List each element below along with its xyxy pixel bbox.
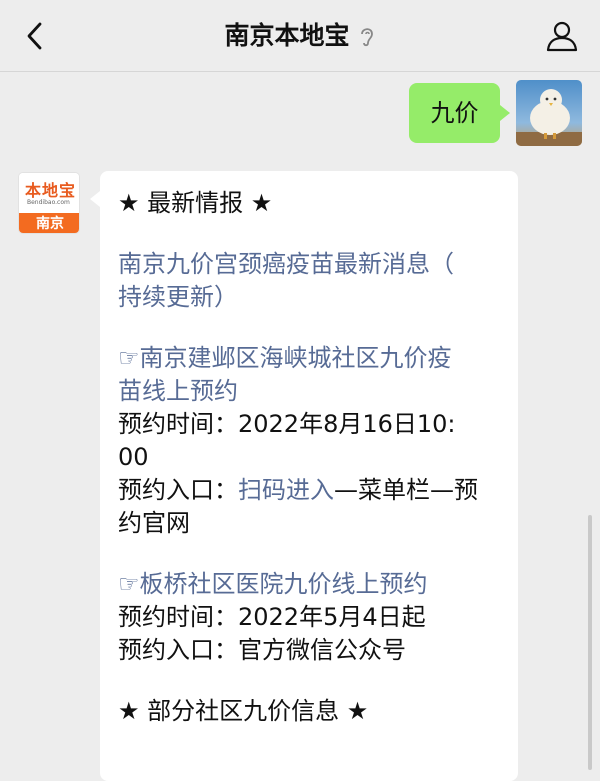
incoming-message-bubble: ★ 最新情报 ★ 南京九价宫颈癌疫苗最新消息（ 持续更新） ☞南京建邺区海峡城社…	[90, 171, 518, 781]
jianye-entry-suffix: —菜单栏—预	[334, 476, 478, 504]
banqiao-entry: 预约入口：官方微信公众号	[118, 636, 406, 664]
chat-title: 南京本地宝	[224, 21, 350, 50]
news-link-line-1[interactable]: 南京九价宫颈癌疫苗最新消息（	[118, 248, 500, 281]
outgoing-message-text: 九价	[430, 99, 479, 127]
jianye-item-title-2[interactable]: 苗线上预约	[118, 375, 500, 408]
user-profile-icon[interactable]	[544, 18, 580, 54]
section-heading-latest: ★ 最新情报 ★	[118, 189, 273, 217]
bird-avatar[interactable]	[516, 80, 582, 146]
news-link-line-2[interactable]: 持续更新）	[118, 281, 500, 314]
scan-entry-link[interactable]: 扫码进入	[238, 476, 334, 504]
bendibao-avatar[interactable]: 本地宝 Bendibao.com 南京	[18, 172, 80, 234]
ear-icon	[360, 28, 373, 47]
outgoing-message-bubble: 九价	[409, 83, 510, 143]
jianye-time-1: 预约时间：2022年8月16日10:	[118, 410, 456, 438]
chat-title-area: 南京本地宝	[0, 0, 600, 72]
section-heading-community: ★ 部分社区九价信息 ★	[118, 697, 369, 725]
bird-avatar-image	[516, 80, 582, 146]
jianye-item-title-1[interactable]: ☞南京建邺区海峡城社区九价疫	[118, 342, 500, 375]
city-label: 南京	[19, 213, 79, 233]
banqiao-time: 预约时间：2022年5月4日起	[118, 603, 426, 631]
brand-name: 本地宝	[25, 181, 77, 200]
scrollbar[interactable]	[588, 515, 592, 770]
jianye-time-2: 00	[118, 443, 149, 471]
brand-site: Bendibao.com	[27, 199, 70, 206]
logo-top: 本地宝 Bendibao.com	[19, 173, 79, 213]
jianye-entry-prefix: 预约入口：	[118, 476, 238, 504]
jianye-entry-line-2: 约官网	[118, 509, 190, 537]
banqiao-item-title[interactable]: ☞板桥社区医院九价线上预约	[118, 568, 500, 601]
jianye-entry-line: 预约入口：扫码进入—菜单栏—预	[118, 474, 500, 507]
top-navigation-bar: 南京本地宝	[0, 0, 600, 72]
